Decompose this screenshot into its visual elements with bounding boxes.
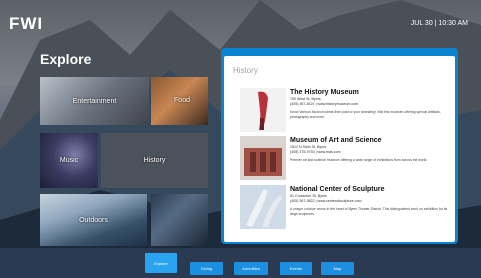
tile-music[interactable]: Music [40, 133, 98, 188]
tile-image[interactable] [151, 194, 208, 246]
list-item[interactable]: Museum of Art and Science 1512 N Sixth S… [240, 136, 450, 186]
museum-contact: (405) 375-9740 | www.mas.com [290, 150, 341, 154]
nav-explore[interactable]: Explore [145, 253, 177, 273]
date-time: JUL 30 | 10:30 AM [410, 20, 468, 27]
panel-heading: History [233, 66, 258, 75]
nav-events[interactable]: Events [280, 262, 312, 275]
museum-contact: (405) 367-8421 | www.historymuseum.com [290, 102, 359, 106]
museum-name: The History Museum [290, 89, 359, 96]
museum-thumbnail [240, 88, 286, 132]
museum-description: Premier art and science museum offering … [290, 158, 428, 162]
tile-label: Entertainment [72, 97, 117, 105]
museum-description: Know Various Museum ideas from past to y… [290, 110, 441, 119]
explore-title: Explore [40, 51, 92, 67]
museum-thumbnail [240, 136, 286, 180]
list-item[interactable]: The History Museum 700 West St, Byers (4… [240, 88, 450, 138]
tile-label: Music [59, 157, 79, 164]
museum-contact: (405) 367-9822 | www.centerofsculpture.c… [290, 199, 362, 203]
tile-history[interactable]: History [101, 133, 208, 188]
nav-map[interactable]: Map [321, 262, 354, 275]
fwi-logo: FWI [9, 14, 44, 33]
museum-name: National Center of Sculpture [290, 186, 385, 193]
museum-description: A unique outdoor venue in the heart of B… [290, 207, 448, 216]
museum-name: Museum of Art and Science [290, 137, 382, 144]
nav-dining[interactable]: Dining [190, 262, 223, 275]
museum-thumbnail [240, 185, 286, 229]
tile-label: Outdoors [79, 216, 108, 224]
tile-food[interactable]: Food [151, 77, 208, 125]
list-item[interactable]: National Center of Sculpture 61 Crossove… [240, 185, 450, 235]
tile-label: History [143, 157, 166, 164]
tile-label: Food [174, 97, 190, 104]
tile-entertainment[interactable]: Entertainment [40, 77, 149, 125]
nav-amenities[interactable]: Amenities [234, 262, 268, 275]
tile-outdoors[interactable]: Outdoors [40, 194, 147, 246]
